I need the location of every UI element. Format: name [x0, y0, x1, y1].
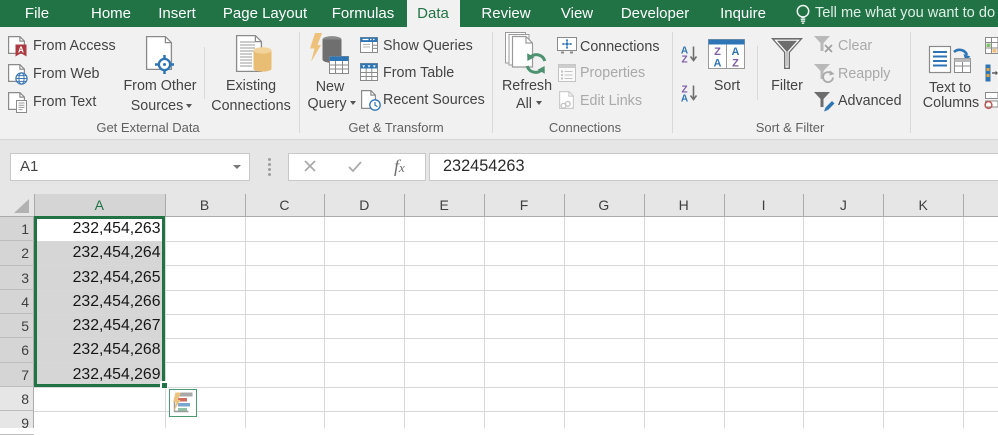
svg-text:Z: Z [732, 58, 739, 70]
svg-text:A: A [681, 94, 688, 105]
svg-text:A: A [714, 58, 722, 70]
svg-text:A: A [18, 46, 24, 55]
svg-text:Z: Z [714, 46, 721, 58]
svg-text:A: A [732, 46, 740, 58]
svg-text:Z: Z [681, 55, 687, 66]
